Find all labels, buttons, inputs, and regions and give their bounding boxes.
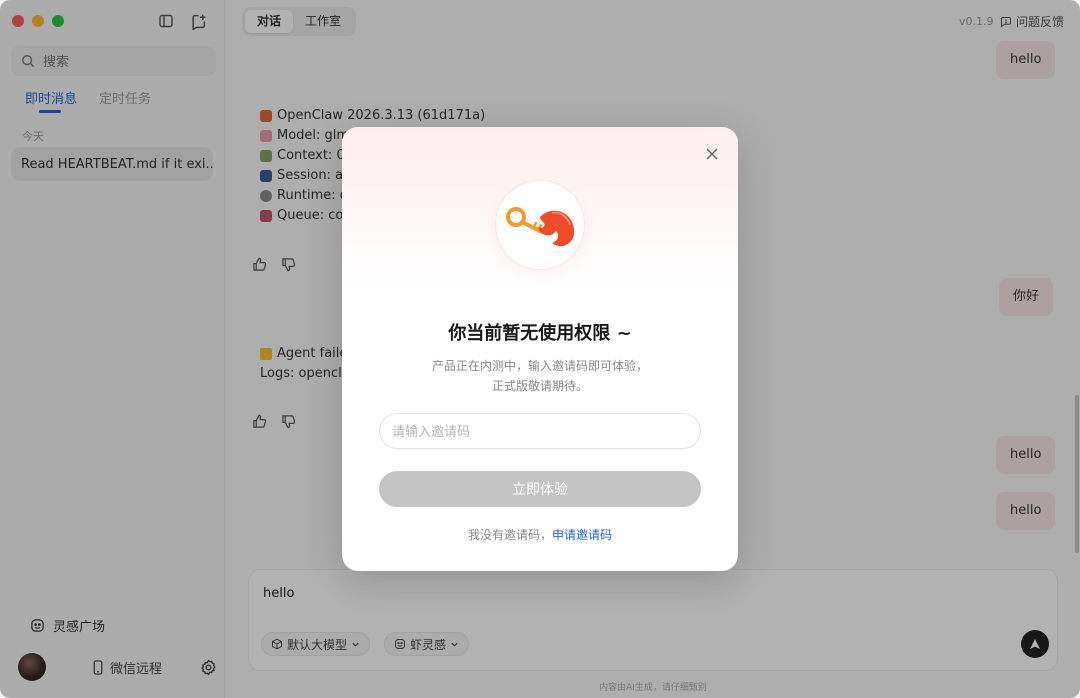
dialog-description-line: 正式版敬请期待。 xyxy=(491,379,588,393)
dialog-title: 你当前暂无使用权限 ~ xyxy=(448,323,632,344)
invite-code-dialog: 你当前暂无使用权限 ~ 产品正在内测中，输入邀请码即可体验， 正式版敬请期待。 … xyxy=(342,127,738,571)
dialog-description: 产品正在内测中，输入邀请码即可体验， 正式版敬请期待。 xyxy=(342,356,738,396)
try-now-button[interactable]: 立即体验 xyxy=(379,471,701,507)
dialog-description-line: 产品正在内测中，输入邀请码即可体验， xyxy=(431,359,648,373)
close-icon[interactable] xyxy=(702,144,722,164)
no-invite-code-row: 我没有邀请码，申请邀请码 xyxy=(342,526,738,543)
invite-code-input[interactable] xyxy=(379,413,701,449)
apply-invite-code-link[interactable]: 申请邀请码 xyxy=(552,528,612,542)
no-invite-code-text: 我没有邀请码， xyxy=(467,528,552,542)
app-window: 即时消息 定时任务 今天 Read HEARTBEAT.md if it exi… xyxy=(0,0,1080,698)
lobster-mascot-icon xyxy=(496,181,584,269)
